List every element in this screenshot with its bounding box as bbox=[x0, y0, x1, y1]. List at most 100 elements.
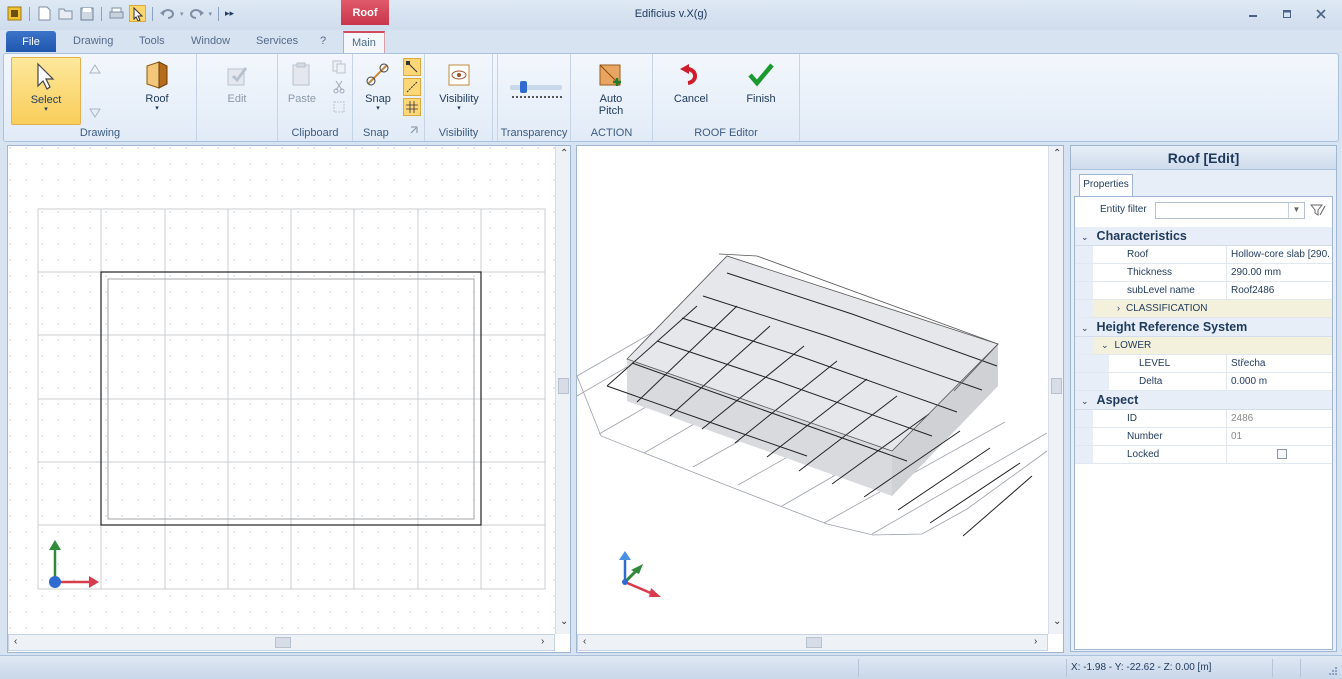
snap-label: Snap bbox=[365, 93, 391, 105]
title-bar: ▾ ▾ ▸▸ Roof Edificius v.X(g) bbox=[0, 0, 1342, 30]
up-triangle-icon[interactable] bbox=[86, 60, 104, 78]
property-value[interactable]: Střecha bbox=[1227, 355, 1332, 372]
visibility-button[interactable]: Visibility ▾ bbox=[431, 57, 487, 125]
snap-line-icon[interactable] bbox=[403, 78, 421, 96]
status-separator bbox=[858, 659, 859, 677]
property-row[interactable]: Thickness 290.00 mm bbox=[1075, 264, 1332, 282]
paste-button[interactable]: Paste bbox=[282, 57, 322, 125]
property-grid: ⌄ Characteristics Roof Hollow-core slab [2… bbox=[1075, 227, 1332, 464]
property-row[interactable]: subLevel name Roof2486 bbox=[1075, 282, 1332, 300]
scroll-right-icon[interactable]: › bbox=[541, 636, 544, 647]
property-value[interactable]: Roof2486 bbox=[1227, 282, 1332, 299]
group-label-roof-editor: ROOF Editor bbox=[694, 127, 758, 139]
tab-drawing[interactable]: Drawing bbox=[73, 35, 113, 47]
property-value[interactable]: 0.000 m bbox=[1227, 373, 1332, 390]
tab-help[interactable]: ? bbox=[320, 35, 326, 47]
edit-button[interactable]: Edit bbox=[207, 57, 267, 125]
minimize-icon[interactable] bbox=[1246, 7, 1260, 21]
group-label-visibility: Visibility bbox=[438, 127, 479, 139]
plan-view-2d[interactable]: ⌃ ⌄ ‹ › bbox=[7, 145, 571, 653]
visibility-label: Visibility bbox=[439, 93, 479, 105]
tab-properties[interactable]: Properties bbox=[1079, 174, 1133, 196]
scroll-right-icon[interactable]: › bbox=[1034, 636, 1037, 647]
visibility-dropdown-icon: ▾ bbox=[457, 105, 461, 112]
window-title: Edificius v.X(g) bbox=[634, 8, 708, 20]
tab-tools[interactable]: Tools bbox=[139, 35, 165, 47]
3d-vertical-scrollbar[interactable]: ⌃ ⌄ bbox=[1048, 146, 1063, 634]
scroll-thumb[interactable] bbox=[1051, 378, 1062, 394]
dialog-launcher-icon[interactable] bbox=[409, 125, 419, 135]
scroll-left-icon[interactable]: ‹ bbox=[14, 636, 17, 647]
property-row[interactable]: Number 01 bbox=[1075, 428, 1332, 446]
property-value[interactable]: 290.00 mm bbox=[1227, 264, 1332, 281]
property-row[interactable]: Roof Hollow-core slab [290. bbox=[1075, 246, 1332, 264]
coordinates-readout: X: -1.98 - Y: -22.62 - Z: 0.00 [m] bbox=[1071, 662, 1212, 673]
property-row[interactable]: ID 2486 bbox=[1075, 410, 1332, 428]
properties-body: Entity filter ▼ ⌄ Characteristics Roof Hol… bbox=[1074, 196, 1333, 650]
paste-special-icon[interactable] bbox=[330, 98, 348, 116]
resize-grip-icon[interactable] bbox=[1328, 666, 1338, 676]
scroll-up-icon[interactable]: ⌃ bbox=[560, 148, 568, 159]
plan-horizontal-scrollbar[interactable]: ‹ › bbox=[8, 634, 555, 651]
tab-services[interactable]: Services bbox=[256, 35, 298, 47]
transparency-slider-thumb[interactable] bbox=[520, 81, 527, 93]
chevron-down-icon: ⌄ bbox=[1101, 340, 1109, 350]
copy-icon[interactable] bbox=[330, 58, 348, 76]
plan-canvas[interactable] bbox=[8, 146, 556, 634]
tab-file[interactable]: File bbox=[6, 31, 56, 52]
property-key: Delta bbox=[1075, 373, 1227, 390]
finish-label: Finish bbox=[746, 93, 776, 105]
property-row[interactable]: Locked bbox=[1075, 446, 1332, 464]
snap-grid-icon[interactable] bbox=[403, 98, 421, 116]
category-label: Height Reference System bbox=[1096, 320, 1248, 334]
snap-button[interactable]: Snap ▾ bbox=[357, 57, 399, 125]
scroll-up-icon[interactable]: ⌃ bbox=[1053, 148, 1061, 159]
group-label-transparency: Transparency bbox=[500, 127, 568, 139]
ribbon-tabs: File Drawing Tools Window Services ? Mai… bbox=[0, 28, 1342, 53]
subcategory-classification[interactable]: › CLASSIFICATION bbox=[1075, 300, 1332, 318]
plan-vertical-scrollbar[interactable]: ⌃ ⌄ bbox=[555, 146, 570, 634]
property-row[interactable]: Delta 0.000 m bbox=[1075, 373, 1332, 391]
category-aspect[interactable]: ⌄ Aspect bbox=[1075, 391, 1332, 410]
property-key: Locked bbox=[1075, 446, 1227, 463]
tab-main[interactable]: Main bbox=[343, 31, 385, 53]
group-snap: Snap ▾ Snap bbox=[353, 54, 425, 141]
scroll-thumb[interactable] bbox=[275, 637, 291, 648]
cancel-button[interactable]: Cancel bbox=[665, 57, 717, 125]
property-row[interactable]: LEVEL Střecha bbox=[1075, 355, 1332, 373]
scroll-thumb[interactable] bbox=[806, 637, 822, 648]
auto-pitch-icon bbox=[594, 57, 628, 93]
property-value[interactable]: Hollow-core slab [290. bbox=[1227, 246, 1332, 263]
select-button[interactable]: Select ▾ bbox=[11, 57, 81, 125]
entity-filter-combo[interactable] bbox=[1155, 202, 1305, 219]
scroll-down-icon[interactable]: ⌄ bbox=[1053, 616, 1061, 627]
property-value: 2486 bbox=[1231, 413, 1254, 424]
scroll-left-icon[interactable]: ‹ bbox=[583, 636, 586, 647]
tab-window[interactable]: Window bbox=[191, 35, 230, 47]
3d-horizontal-scrollbar[interactable]: ‹ › bbox=[577, 634, 1048, 651]
category-height-reference[interactable]: ⌄ Height Reference System bbox=[1075, 318, 1332, 337]
auto-pitch-button[interactable]: Auto Pitch bbox=[583, 57, 639, 125]
scroll-down-icon[interactable]: ⌄ bbox=[560, 616, 568, 627]
chevron-down-icon[interactable]: ▼ bbox=[1288, 203, 1304, 218]
property-value bbox=[1227, 446, 1332, 463]
edit-icon bbox=[220, 57, 254, 93]
transparency-track[interactable] bbox=[510, 85, 562, 90]
finish-button[interactable]: Finish bbox=[733, 57, 789, 125]
locked-checkbox[interactable] bbox=[1276, 449, 1287, 459]
view-3d[interactable]: ⌃ ⌄ ‹ › bbox=[576, 145, 1064, 653]
cut-icon[interactable] bbox=[330, 78, 348, 96]
axis-gizmo-3d bbox=[619, 551, 661, 597]
restore-icon[interactable] bbox=[1280, 7, 1294, 21]
subcategory-lower[interactable]: ⌄ LOWER bbox=[1075, 337, 1332, 355]
snap-endpoint-icon[interactable] bbox=[403, 58, 421, 76]
group-label-action: ACTION bbox=[590, 127, 633, 139]
roof-button[interactable]: Roof ▾ bbox=[122, 57, 192, 125]
filter-icon[interactable] bbox=[1310, 203, 1326, 217]
category-characteristics[interactable]: ⌄ Characteristics bbox=[1075, 227, 1332, 246]
scroll-thumb[interactable] bbox=[558, 378, 569, 394]
close-icon[interactable] bbox=[1314, 7, 1328, 21]
3d-canvas[interactable] bbox=[577, 146, 1049, 634]
auto-pitch-label-1: Auto bbox=[599, 93, 623, 105]
down-triangle-icon[interactable] bbox=[86, 104, 104, 122]
